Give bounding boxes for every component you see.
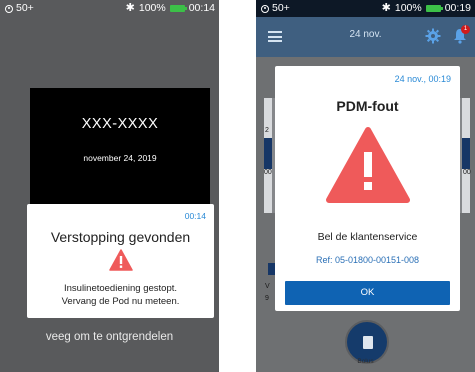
background-number: 00 [264, 169, 272, 176]
notification-badge: 1 [461, 25, 470, 34]
battery-percent: 100% [138, 2, 166, 14]
background-bar-right [462, 138, 470, 169]
status-bar: 50+ ✱ 100% 00:14 [0, 0, 219, 17]
bolus-label: Bolus [357, 358, 374, 365]
background-number: 2 [265, 127, 269, 134]
bluetooth-icon: ✱ [125, 2, 135, 14]
signal-label: 50+ [272, 2, 290, 14]
error-reference: Ref: 05-01800-00151-008 [315, 255, 420, 265]
warning-icon [109, 249, 133, 271]
alarm-dialog[interactable]: 00:14 Verstopping gevonden Insulinetoedi… [27, 204, 214, 318]
radio-icon [261, 4, 269, 13]
battery-icon [169, 5, 187, 12]
status-time: 00:14 [188, 2, 215, 14]
background-number: 00 [463, 169, 471, 176]
app-bar-date: 24 nov. [349, 29, 382, 40]
alarm-title: Verstopping gevonden [50, 229, 191, 245]
error-title: PDM-fout [336, 98, 399, 114]
error-time: 24 nov., 00:19 [394, 74, 451, 84]
error-dialog: 24 nov., 00:19 PDM-fout Bel de klantense… [275, 66, 460, 311]
alarm-message-line1: Insulinetoediening gestopt. [63, 283, 178, 294]
unlock-hint[interactable]: veeg om te ontgrendelen [0, 331, 219, 343]
alarm-message-line2: Vervang de Pod nu meteen. [61, 295, 180, 307]
lock-date: november 24, 2019 [83, 153, 157, 163]
lock-screen: 50+ ✱ 100% 00:14 XXX-XXXX november 24, 2… [0, 0, 219, 372]
bluetooth-icon: ✱ [381, 2, 391, 14]
background-bar-left [264, 138, 272, 169]
signal-label: 50+ [16, 2, 34, 14]
background-number: V [265, 283, 270, 290]
status-time: 00:19 [444, 2, 471, 14]
alarm-message: Insulinetoediening gestopt. Vervang de P… [27, 283, 214, 308]
ok-button[interactable]: OK [285, 281, 450, 305]
warning-icon [326, 127, 410, 203]
radio-icon [5, 4, 13, 13]
alarm-time: 00:14 [184, 211, 206, 221]
background-number: 9 [265, 295, 269, 302]
battery-percent: 100% [394, 2, 422, 14]
app-bar: 24 nov. 1 [256, 17, 475, 57]
app-screen: 50+ ✱ 100% 00:19 24 nov. 1 2 00 00 V 9 B… [256, 0, 475, 372]
lock-info-card: XXX-XXXX november 24, 2019 [30, 88, 210, 205]
status-bar: 50+ ✱ 100% 00:19 [256, 0, 475, 17]
gear-icon[interactable] [425, 28, 441, 44]
error-message: Bel de klantenservice [317, 231, 418, 243]
battery-icon [425, 5, 443, 12]
device-code: XXX-XXXX [81, 116, 159, 132]
